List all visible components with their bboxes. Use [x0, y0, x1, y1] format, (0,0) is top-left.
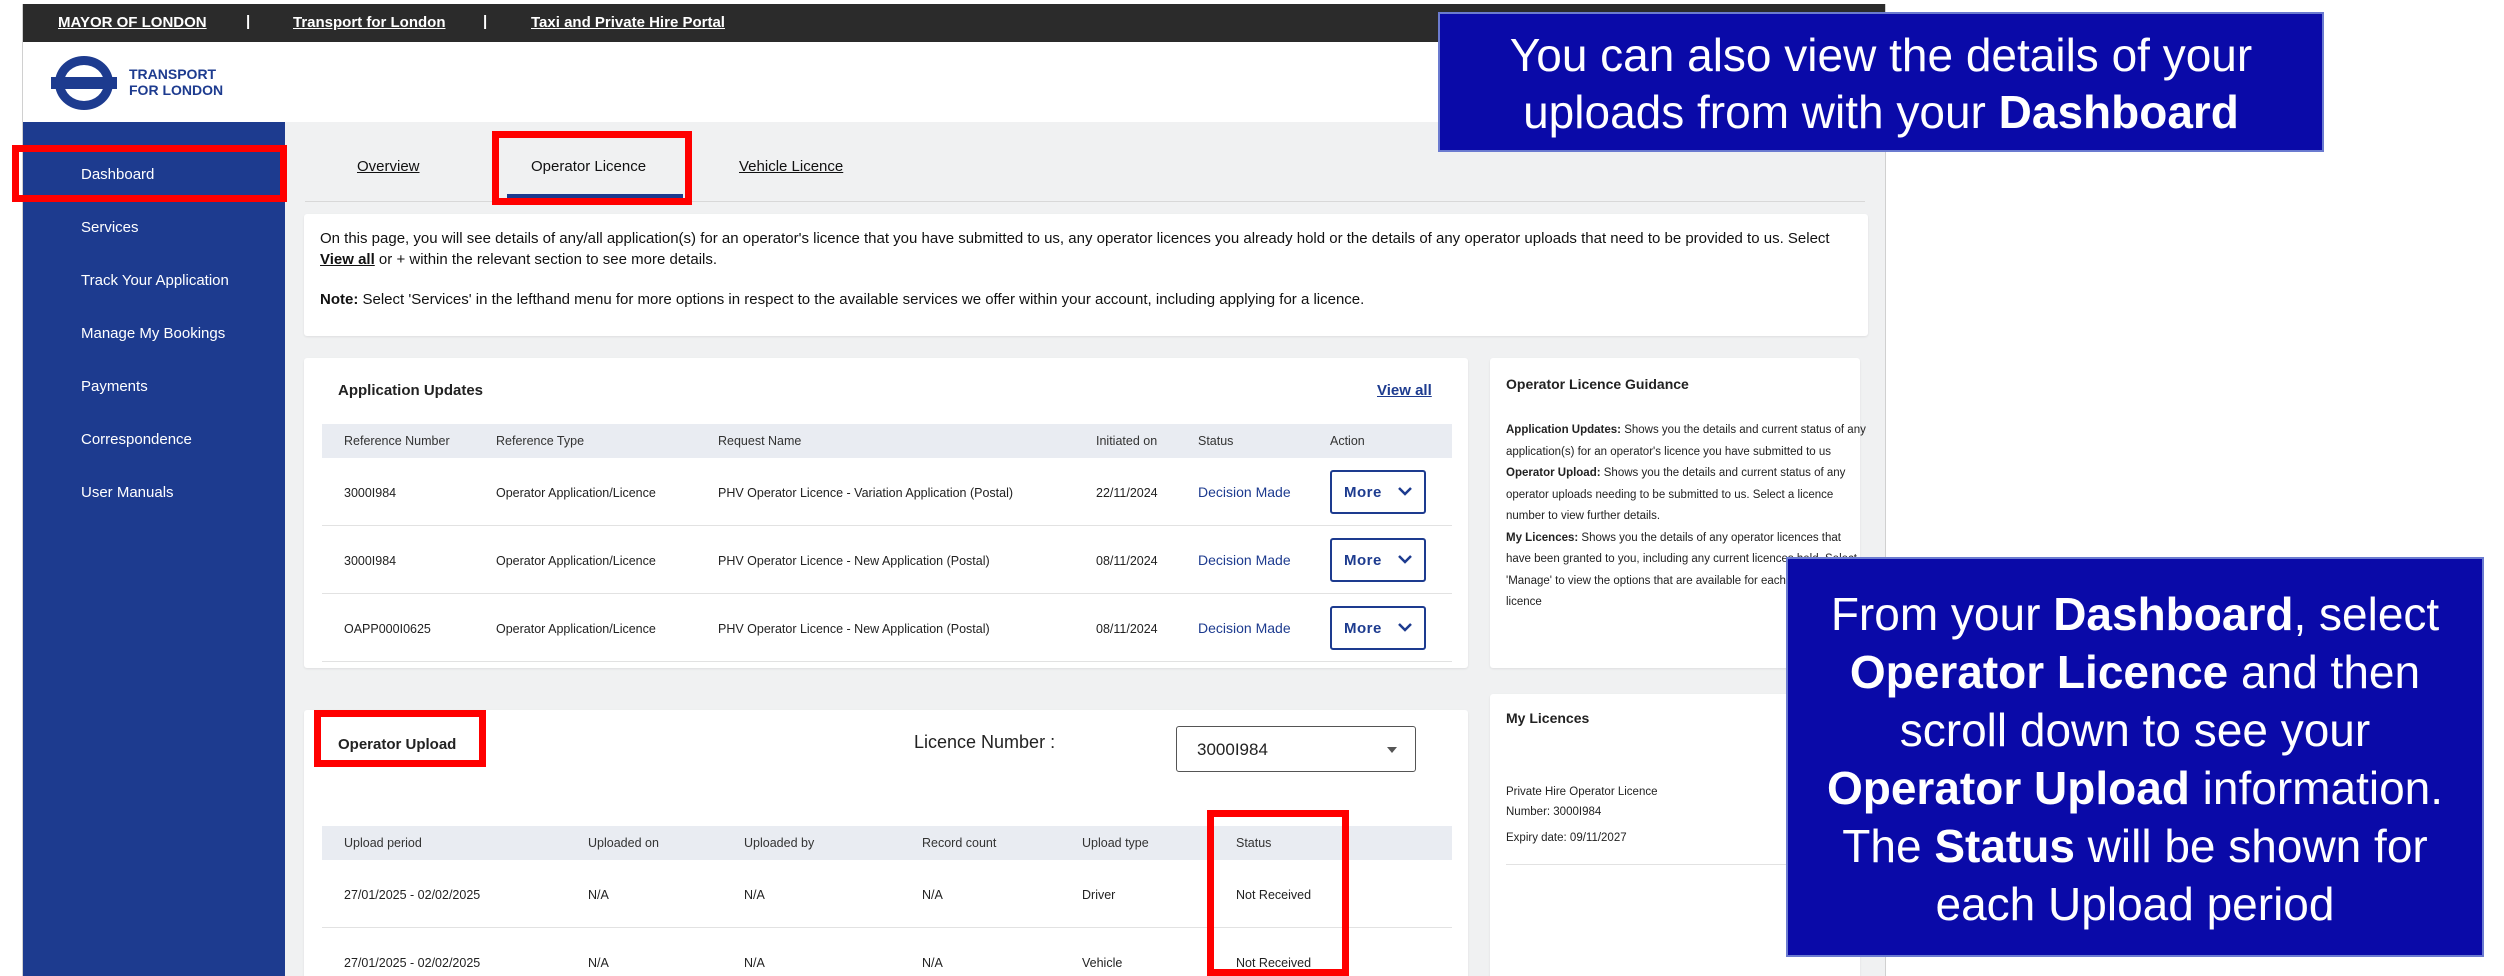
- mayor-of-london-link[interactable]: MAYOR OF LONDON: [58, 14, 207, 31]
- application-updates-card: Application Updates View all Reference N…: [304, 358, 1468, 668]
- application-updates-title: Application Updates: [338, 382, 484, 399]
- request-name: PHV Operator Licence - Variation Applica…: [718, 486, 1014, 500]
- callout-line: scroll down to see your: [1899, 704, 2371, 756]
- col-request-name: Request Name: [718, 434, 802, 448]
- chevron-down-icon: [1398, 487, 1412, 496]
- portal-link[interactable]: Taxi and Private Hire Portal: [531, 14, 725, 31]
- application-updates-view-all[interactable]: View all: [1377, 382, 1432, 399]
- sidebar-item-user-manuals[interactable]: User Manuals: [81, 484, 174, 501]
- reference-type: Operator Application/Licence: [496, 622, 656, 636]
- licence-expiry: Expiry date: 09/11/2027: [1506, 832, 1627, 844]
- sidebar-item-track-application[interactable]: Track Your Application: [81, 272, 229, 289]
- table-row: 3000I984 Operator Application/Licence PH…: [322, 458, 1452, 526]
- licence-number: Number: 3000I984: [1506, 806, 1602, 818]
- uploaded-on: N/A: [588, 956, 609, 970]
- presentation-slide: { "topbar": { "mayor": "MAYOR OF LONDON"…: [0, 0, 2504, 976]
- chevron-down-icon: [1398, 623, 1412, 632]
- chevron-down-icon: [1398, 555, 1412, 564]
- initiated-on: 22/11/2024: [1096, 486, 1158, 500]
- highlight-operator-upload: [314, 710, 486, 767]
- col-action: Action: [1330, 434, 1365, 448]
- callout-line: The Status will be shown for: [1842, 820, 2428, 872]
- sidebar-item-payments[interactable]: Payments: [81, 378, 148, 395]
- request-name: PHV Operator Licence - New Application (…: [718, 554, 990, 568]
- record-count: N/A: [922, 888, 943, 902]
- uploaded-on: N/A: [588, 888, 609, 902]
- sidebar-item-manage-bookings[interactable]: Manage My Bookings: [81, 325, 225, 342]
- guidance-title: Operator Licence Guidance: [1506, 376, 1689, 392]
- tab-vehicle-licence[interactable]: Vehicle Licence: [739, 158, 843, 175]
- highlight-operator-licence-tab: [492, 131, 692, 205]
- upload-period: 27/01/2025 - 02/02/2025: [344, 956, 481, 970]
- licence-summary: Private Hire Operator Licence Number: 30…: [1506, 782, 1657, 848]
- upload-type: Vehicle: [1082, 956, 1123, 970]
- callout-line: Operator Upload information.: [1826, 762, 2444, 814]
- main-content: Overview Operator Licence Vehicle Licenc…: [285, 122, 1885, 976]
- callout-instructions: From your Dashboard, select Operator Lic…: [1786, 557, 2484, 957]
- status-link[interactable]: Decision Made: [1198, 552, 1291, 568]
- view-all-inline-link[interactable]: View all: [320, 251, 375, 268]
- table-row: OAPP000I0625 Operator Application/Licenc…: [322, 594, 1452, 662]
- sidebar: Dashboard Services Track Your Applicatio…: [23, 122, 285, 976]
- col-uploaded-by: Uploaded by: [744, 836, 815, 850]
- table-row: 3000I984 Operator Application/Licence PH…: [322, 526, 1452, 594]
- col-record-count: Record count: [922, 836, 997, 850]
- callout-line: uploads from with your Dashboard: [1523, 86, 2239, 138]
- licence-number-label: Licence Number :: [914, 732, 1056, 752]
- initiated-on: 08/11/2024: [1096, 554, 1158, 568]
- callout-dashboard: You can also view the details of your up…: [1438, 12, 2324, 152]
- reference-type: Operator Application/Licence: [496, 554, 656, 568]
- highlight-dashboard: [12, 145, 287, 202]
- topbar-separator: |: [483, 13, 488, 30]
- licence-name: Private Hire Operator Licence: [1506, 786, 1658, 798]
- topbar-separator: |: [246, 13, 251, 30]
- info-panel: On this page, you will see details of an…: [304, 214, 1868, 336]
- col-initiated-on: Initiated on: [1096, 434, 1158, 448]
- reference-type: Operator Application/Licence: [496, 486, 656, 500]
- table-header: Reference Number Reference Type Request …: [322, 424, 1452, 458]
- caret-down-icon: [1387, 747, 1397, 753]
- logo-line-1: TRANSPORT: [129, 66, 217, 82]
- col-uploaded-on: Uploaded on: [588, 836, 659, 850]
- licence-number-value: 3000I984: [1197, 740, 1268, 759]
- reference-number: 3000I984: [344, 554, 397, 568]
- more-button[interactable]: More: [1330, 470, 1426, 514]
- logo-line-2: FOR LONDON: [129, 82, 224, 98]
- more-button[interactable]: More: [1330, 606, 1426, 650]
- callout-line: You can also view the details of your: [1509, 29, 2253, 81]
- upload-period: 27/01/2025 - 02/02/2025: [344, 888, 481, 902]
- col-reference-type: Reference Type: [496, 434, 585, 448]
- uploaded-by: N/A: [744, 888, 765, 902]
- col-upload-type: Upload type: [1082, 836, 1149, 850]
- licence-number-select[interactable]: 3000I984: [1176, 726, 1416, 772]
- tab-overview[interactable]: Overview: [357, 158, 420, 175]
- col-reference-number: Reference Number: [344, 434, 450, 448]
- tfl-link[interactable]: Transport for London: [293, 14, 445, 31]
- status-link[interactable]: Decision Made: [1198, 484, 1291, 500]
- callout-line: Operator Licence and then: [1849, 646, 2421, 698]
- reference-number: OAPP000I0625: [344, 622, 431, 636]
- col-upload-period: Upload period: [344, 836, 422, 850]
- callout-line: From your Dashboard, select: [1830, 588, 2440, 640]
- reference-number: 3000I984: [344, 486, 397, 500]
- info-paragraph: On this page, you will see details of an…: [320, 230, 1830, 268]
- upload-type: Driver: [1082, 888, 1116, 902]
- sidebar-item-correspondence[interactable]: Correspondence: [81, 431, 192, 448]
- uploaded-by: N/A: [744, 956, 765, 970]
- info-note: Note: Select 'Services' in the lefthand …: [320, 291, 1365, 308]
- initiated-on: 08/11/2024: [1096, 622, 1158, 636]
- request-name: PHV Operator Licence - New Application (…: [718, 622, 990, 636]
- highlight-status-column: [1207, 810, 1349, 976]
- more-button[interactable]: More: [1330, 538, 1426, 582]
- tfl-logo[interactable]: TRANSPORT FOR LONDON: [51, 56, 225, 110]
- record-count: N/A: [922, 956, 943, 970]
- col-status: Status: [1198, 434, 1234, 448]
- my-licences-title: My Licences: [1506, 710, 1590, 726]
- callout-line: each Upload period: [1935, 878, 2335, 930]
- status-link[interactable]: Decision Made: [1198, 620, 1291, 636]
- sidebar-item-services[interactable]: Services: [81, 219, 139, 236]
